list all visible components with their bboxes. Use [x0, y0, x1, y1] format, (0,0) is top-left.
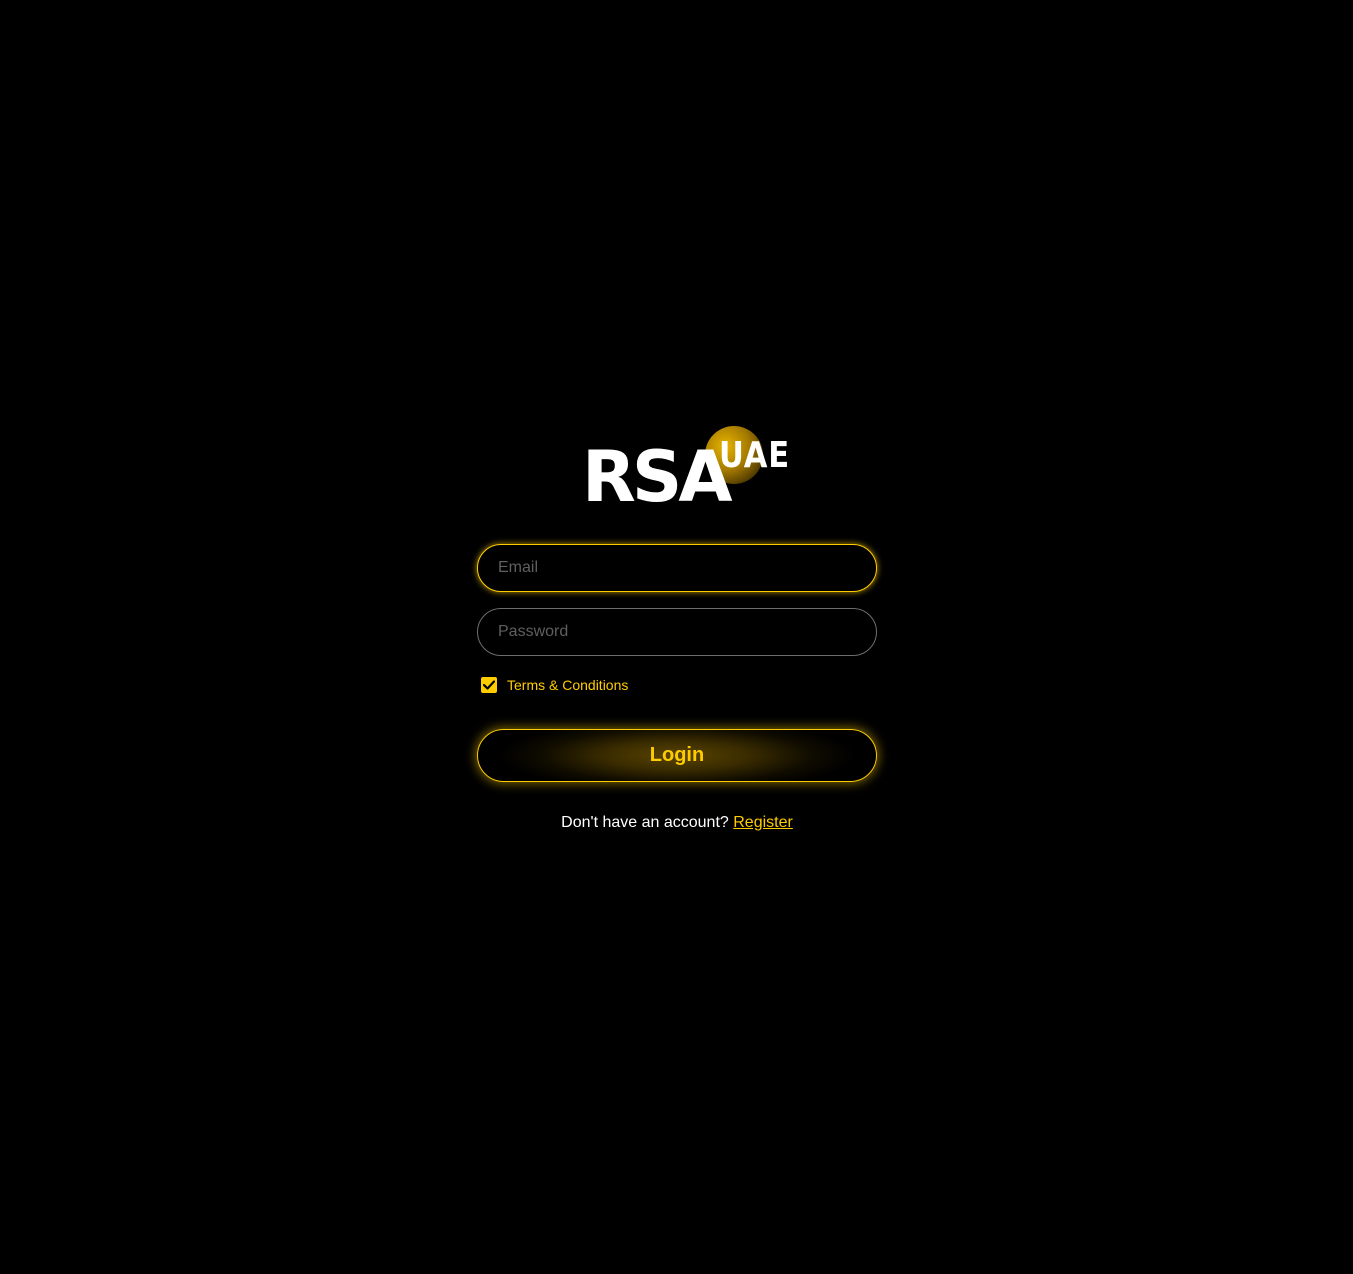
terms-label: Terms & Conditions: [507, 677, 629, 693]
logo-main-text: RSA: [582, 436, 732, 518]
login-page: RSA UAE Terms & Conditions Login Don't h…: [0, 0, 1353, 1274]
register-prompt-text: Don't have an account?: [561, 814, 729, 831]
register-prompt: Don't have an account? Register: [477, 814, 877, 832]
password-field[interactable]: [477, 608, 877, 656]
login-card: RSA UAE Terms & Conditions Login Don't h…: [477, 420, 877, 832]
brand-logo: RSA UAE: [572, 420, 789, 520]
login-button[interactable]: Login: [477, 729, 877, 782]
terms-row: Terms & Conditions: [481, 675, 877, 695]
email-field[interactable]: [477, 544, 877, 592]
register-link[interactable]: Register: [733, 814, 793, 831]
terms-checkbox[interactable]: [481, 677, 497, 693]
check-icon: [483, 680, 495, 690]
logo-badge-text: UAE: [719, 435, 791, 476]
